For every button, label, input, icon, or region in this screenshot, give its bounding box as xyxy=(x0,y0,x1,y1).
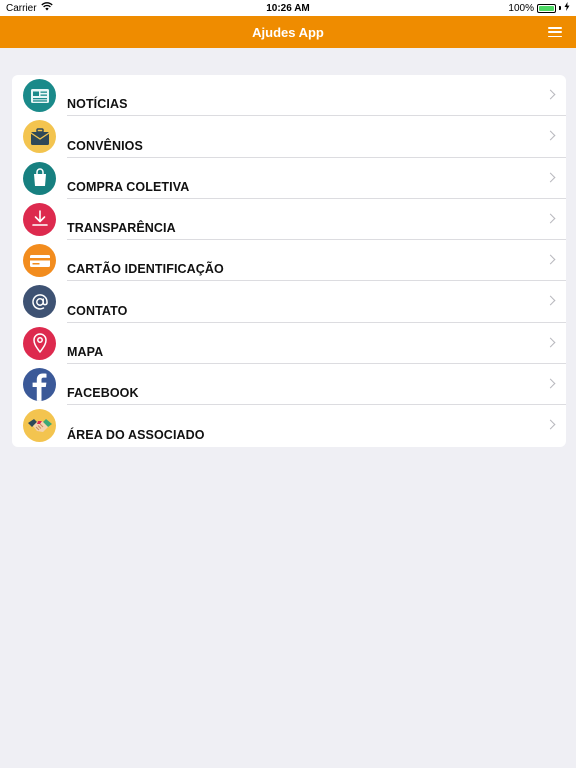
handshake-icon xyxy=(23,409,56,443)
menu-item-label: NOTÍCIAS xyxy=(67,97,128,112)
menu-item-label: MAPA xyxy=(67,345,104,360)
carrier-label: Carrier xyxy=(6,2,37,14)
map-pin-icon xyxy=(23,326,56,360)
wifi-icon xyxy=(40,2,53,14)
chevron-right-icon xyxy=(545,89,556,100)
page-title: Ajudes App xyxy=(252,24,324,40)
menu-item-noticias[interactable]: NOTÍCIAS xyxy=(12,75,566,117)
menu-line xyxy=(548,35,562,37)
navigation-bar: Ajudes App xyxy=(0,16,576,48)
chevron-right-icon xyxy=(545,213,556,224)
at-sign-icon xyxy=(23,285,56,319)
status-time: 10:26 AM xyxy=(266,2,310,14)
menu-item-label: CONVÊNIOS xyxy=(67,138,143,153)
chevron-right-icon xyxy=(545,296,556,306)
chevron-right-icon xyxy=(545,130,556,141)
status-bar: Carrier 10:26 AM 100% xyxy=(0,0,576,16)
menu-item-cartao-identificacao[interactable]: CARTÃO IDENTIFICAÇÃO xyxy=(12,240,566,282)
chevron-right-icon xyxy=(545,172,556,183)
main-menu-list: NOTÍCIAS CONVÊNIOS COMPRA COLETIVA TRANS… xyxy=(12,75,566,447)
chevron-right-icon xyxy=(545,419,556,430)
menu-item-label: TRANSPARÊNCIA xyxy=(67,221,176,236)
charging-icon xyxy=(564,2,570,14)
menu-item-compra-coletiva[interactable]: COMPRA COLETIVA xyxy=(12,158,566,199)
menu-item-area-do-associado[interactable]: ÁREA DO ASSOCIADO xyxy=(12,405,566,446)
menu-item-mapa[interactable]: MAPA xyxy=(12,323,566,365)
download-icon xyxy=(23,202,56,236)
shopping-bag-icon xyxy=(23,161,56,195)
menu-item-contato[interactable]: CONTATO xyxy=(12,281,566,323)
menu-item-label: COMPRA COLETIVA xyxy=(67,179,190,194)
battery-icon xyxy=(537,3,556,13)
facebook-icon xyxy=(23,368,56,402)
menu-item-label: FACEBOOK xyxy=(67,386,139,401)
menu-line xyxy=(548,27,562,29)
menu-item-convenios[interactable]: CONVÊNIOS xyxy=(12,116,566,158)
menu-item-label: ÁREA DO ASSOCIADO xyxy=(67,427,205,442)
menu-item-label: CONTATO xyxy=(67,303,128,318)
battery-tip xyxy=(559,6,561,10)
hamburger-menu-icon[interactable] xyxy=(548,27,562,37)
chevron-right-icon xyxy=(545,378,556,389)
battery-fill xyxy=(539,5,554,11)
chevron-right-icon xyxy=(545,337,556,348)
menu-item-label: CARTÃO IDENTIFICAÇÃO xyxy=(67,262,224,277)
briefcase-icon xyxy=(23,120,56,154)
chevron-right-icon xyxy=(545,254,556,265)
menu-item-transparencia[interactable]: TRANSPARÊNCIA xyxy=(12,199,566,241)
status-right: 100% xyxy=(508,2,570,14)
menu-line xyxy=(548,31,562,33)
menu-item-facebook[interactable]: FACEBOOK xyxy=(12,364,566,406)
status-left: Carrier xyxy=(6,2,53,14)
credit-card-icon xyxy=(23,244,56,278)
battery-percent: 100% xyxy=(508,2,534,14)
newspaper-icon xyxy=(23,79,56,112)
